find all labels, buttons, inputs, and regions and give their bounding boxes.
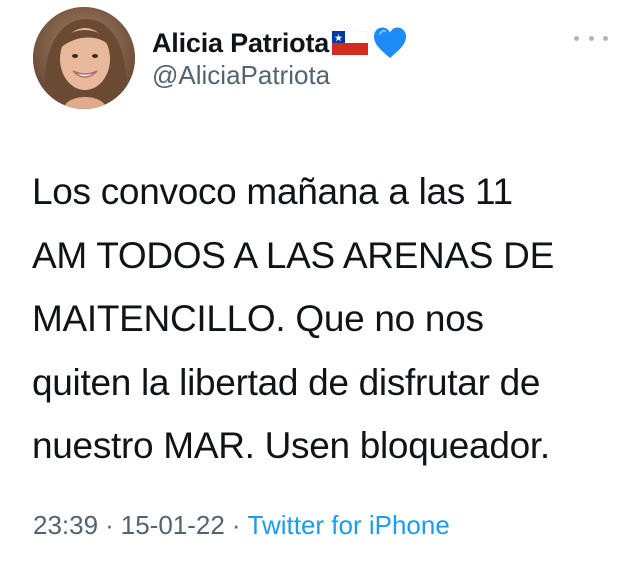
author-display-name[interactable]: Alicia Patriota [152,28,329,59]
more-dot-icon [574,35,579,41]
avatar-image [33,7,135,109]
author-name-row[interactable]: Alicia Patriota [152,24,408,62]
tweet-text-line: nuestro MAR. Usen bloqueador. [32,425,550,466]
avatar[interactable] [33,7,135,109]
meta-separator: · [231,510,241,540]
blue-heart-icon [372,26,408,60]
tweet-text-line: AM TODOS A LAS ARENAS DE [32,234,554,276]
tweet-text: Los convoco mañana a las 11 AM TODOS A L… [32,160,622,478]
author-handle[interactable]: @AliciaPatriota [152,60,330,91]
chile-flag-icon [331,30,369,56]
tweet-time[interactable]: 23:39 [33,510,98,540]
meta-separator: · [105,510,114,540]
tweet-text-line: quiten la libertad de disfrutar de [32,361,541,403]
tweet-card: Alicia Patriota @AliciaPatriota Los conv… [0,0,640,562]
tweet-metadata: 23:39 · 15-01-22 · Twitter for iPhone [33,510,450,541]
tweet-text-line: Los convoco mañana a las 11 [32,171,513,212]
more-dot-icon [588,35,594,41]
tweet-date[interactable]: 15-01-22 [121,510,225,540]
tweet-source-link[interactable]: Twitter for iPhone [248,510,450,540]
more-options-button[interactable] [574,28,608,48]
tweet-text-line: MAITENCILLO. Que no nos [32,298,484,339]
more-dot-icon [603,35,608,41]
